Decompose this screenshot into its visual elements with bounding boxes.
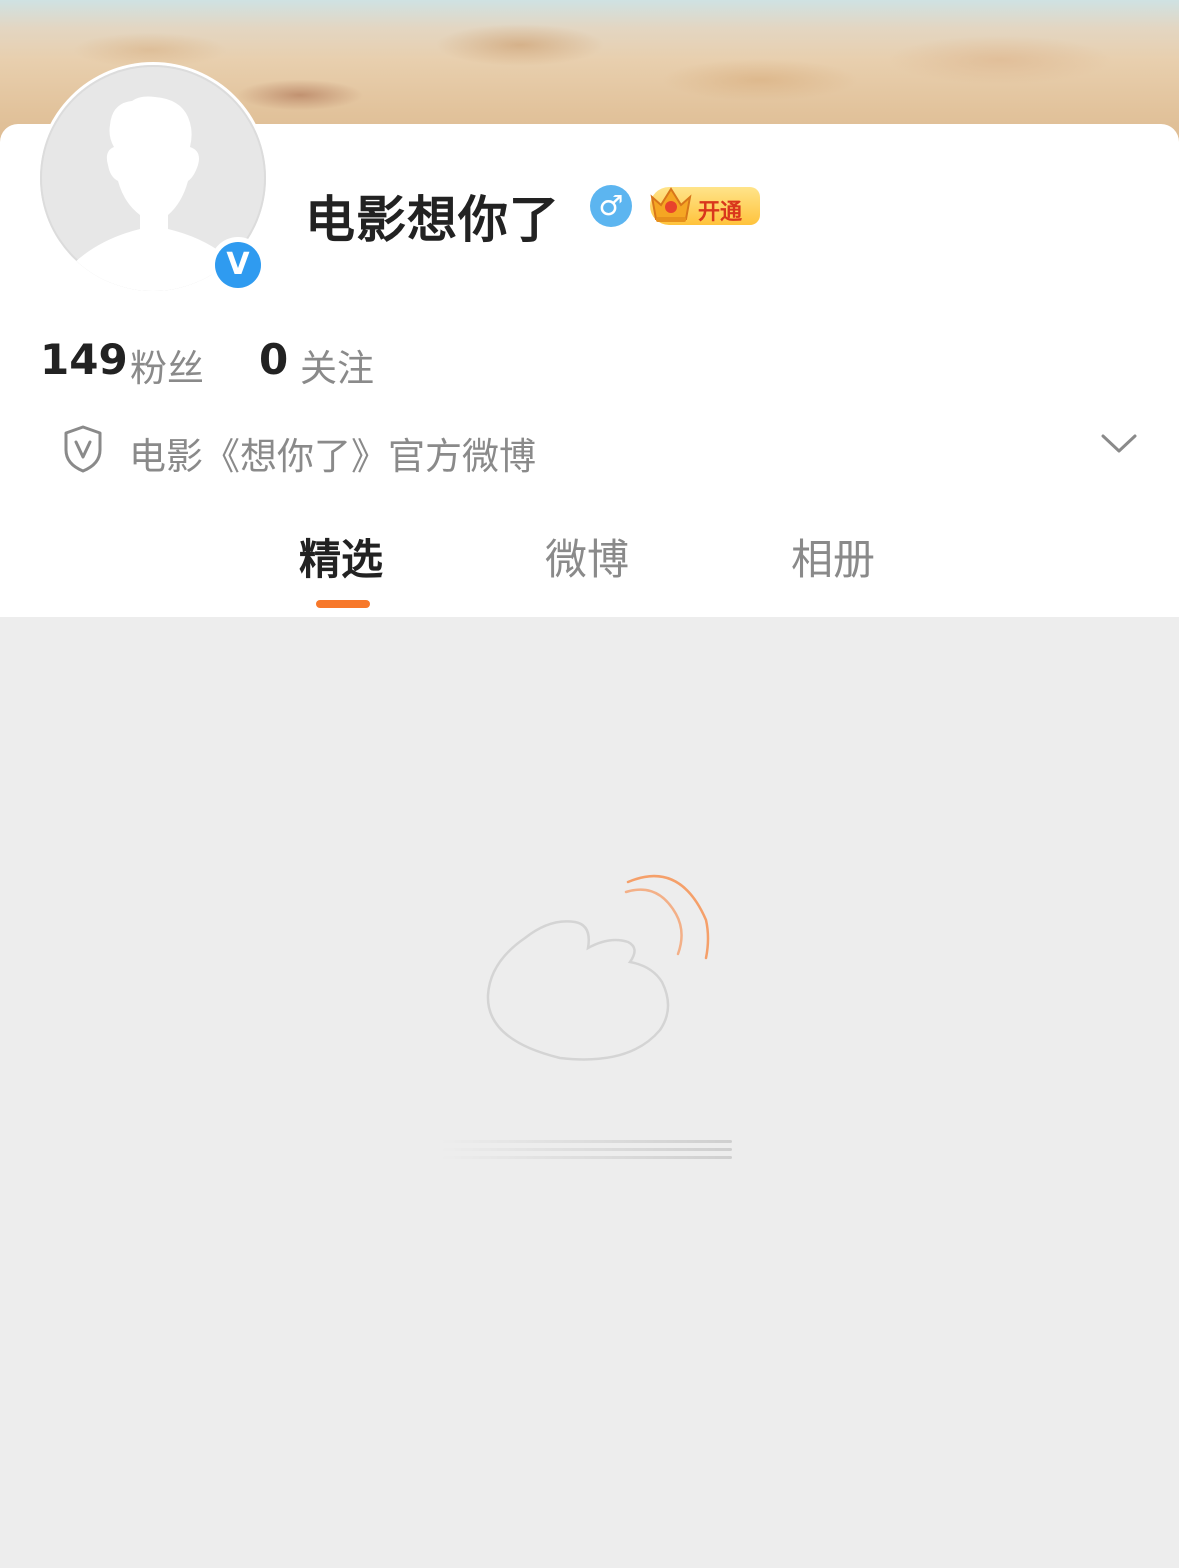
vip-open-label: 开通 bbox=[698, 200, 743, 225]
tab-album[interactable]: 相册 bbox=[791, 526, 875, 587]
active-tab-indicator bbox=[316, 600, 370, 608]
weibo-logo-icon bbox=[486, 874, 710, 1061]
verification-text: 电影《想你了》官方微博 bbox=[129, 435, 536, 478]
vip-open-button[interactable]: 开通 bbox=[650, 187, 760, 225]
content-area bbox=[0, 617, 1179, 1568]
verified-badge-icon: V bbox=[210, 237, 266, 293]
verification-info-row[interactable]: 电影《想你了》官方微博 bbox=[62, 420, 1142, 480]
following-label[interactable]: 关注 bbox=[300, 338, 374, 392]
male-symbol-icon: ♂ bbox=[590, 185, 632, 227]
shield-v-icon bbox=[64, 425, 102, 473]
following-count[interactable]: 0 bbox=[259, 335, 288, 384]
chevron-down-icon[interactable] bbox=[1100, 432, 1138, 456]
followers-label[interactable]: 粉丝 bbox=[130, 338, 204, 392]
crown-icon bbox=[650, 187, 692, 222]
profile-name: 电影想你了 bbox=[305, 191, 560, 249]
loading-skeleton bbox=[440, 1140, 732, 1166]
tab-weibo[interactable]: 微博 bbox=[545, 526, 629, 587]
followers-count[interactable]: 149 bbox=[40, 335, 128, 384]
tab-featured[interactable]: 精选 bbox=[299, 526, 383, 587]
